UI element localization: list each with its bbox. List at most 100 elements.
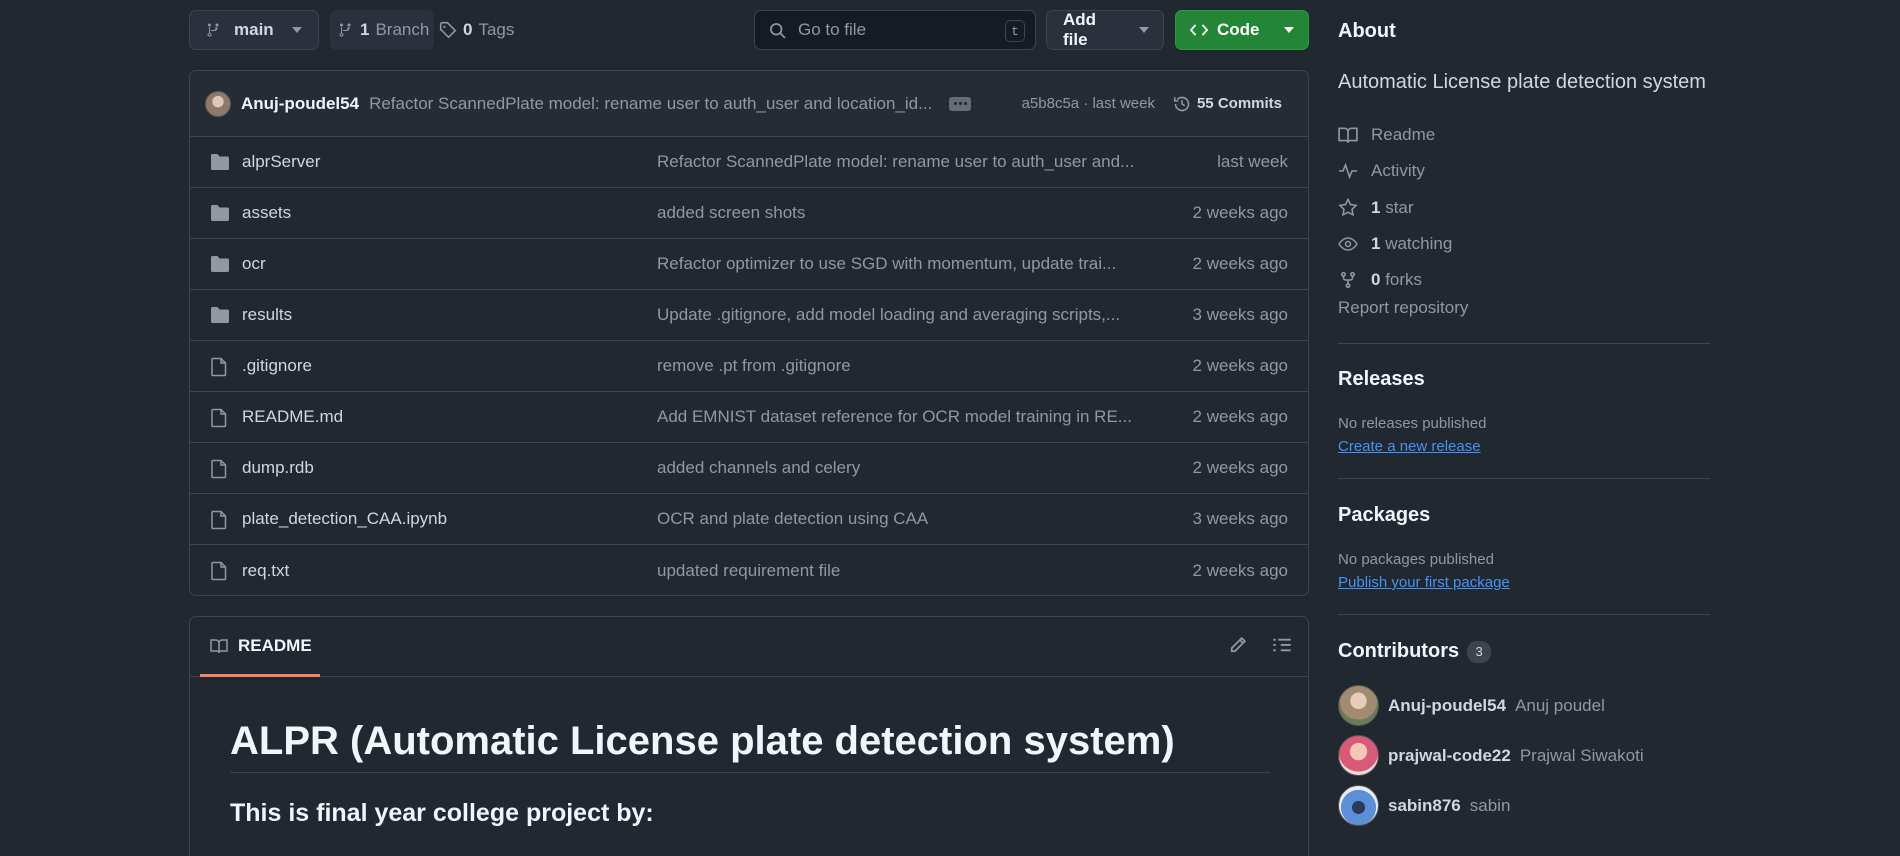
file-commit-time: 3 weeks ago	[1192, 305, 1288, 324]
file-commit-message-link[interactable]: added screen shots	[657, 203, 1137, 223]
git-branch-icon	[206, 22, 222, 38]
file-commit-time: 2 weeks ago	[1192, 458, 1288, 477]
contributor-login[interactable]: sabin876	[1388, 796, 1461, 816]
repo-description: Automatic License plate detection system	[1338, 71, 1706, 93]
tab-readme[interactable]: README	[200, 617, 320, 677]
watchers-link[interactable]: 1 watching	[1338, 226, 1452, 262]
tags-link[interactable]: 0 Tags	[439, 10, 514, 50]
repo-toolbar: main 1 Branch 0 Tags t Add file	[189, 10, 1309, 50]
file-row[interactable]: ocr Refactor optimizer to use SGD with mo…	[190, 239, 1308, 290]
file-commit-message-link[interactable]: added channels and celery	[657, 458, 1137, 478]
commits-history-link[interactable]: 55 Commits	[1173, 95, 1282, 113]
file-row[interactable]: req.txt updated requirement file 2 weeks a…	[190, 545, 1308, 595]
contributor-item[interactable]: sabin876 sabin	[1338, 785, 1510, 826]
file-row[interactable]: .gitignore remove .pt from .gitignore 2 we…	[190, 341, 1308, 392]
readme-tools	[1228, 635, 1292, 655]
about-links: Readme Activity 1 star 1 watching 0 fork…	[1338, 117, 1452, 298]
forks-link[interactable]: 0 forks	[1338, 262, 1452, 298]
file-commit-message-link[interactable]: remove .pt from .gitignore	[657, 356, 1137, 376]
file-commit-time: 2 weeks ago	[1192, 560, 1288, 580]
readme-link[interactable]: Readme	[1338, 117, 1452, 153]
outline-list-icon[interactable]	[1272, 635, 1292, 655]
git-branch-icon	[338, 22, 354, 38]
tag-icon	[439, 21, 457, 39]
go-to-file-field[interactable]: t	[754, 10, 1036, 50]
file-row[interactable]: alprServer Refactor ScannedPlate model: r…	[190, 137, 1308, 188]
add-file-button[interactable]: Add file	[1046, 10, 1164, 50]
file-name-link[interactable]: dump.rdb	[242, 458, 314, 478]
file-icon	[210, 408, 228, 428]
star-icon	[1338, 198, 1358, 217]
stars-label: star	[1385, 197, 1414, 217]
tags-label: Tags	[478, 20, 515, 39]
book-icon	[210, 638, 228, 654]
divider	[1338, 478, 1710, 479]
contributor-item[interactable]: prajwal-code22 Prajwal Siwakoti	[1338, 735, 1644, 776]
pencil-icon[interactable]	[1228, 635, 1248, 655]
branch-name: main	[234, 20, 274, 39]
file-icon	[210, 357, 228, 377]
file-commit-message-link[interactable]: OCR and plate detection using CAA	[657, 509, 1137, 529]
search-icon	[769, 22, 786, 39]
code-label: Code	[1217, 20, 1260, 39]
file-commit-message-link[interactable]: Refactor ScannedPlate model: rename user…	[657, 152, 1137, 172]
file-name-link[interactable]: assets	[242, 203, 291, 223]
commit-message-link[interactable]: Refactor ScannedPlate model: rename user…	[369, 94, 935, 114]
readme-header: README	[190, 617, 1308, 677]
forks-count: 0	[1371, 270, 1381, 290]
file-row[interactable]: plate_detection_CAA.ipynb OCR and plate d…	[190, 494, 1308, 545]
branches-link[interactable]: 1 Branch	[330, 10, 434, 50]
avatar[interactable]	[1338, 685, 1379, 726]
about-title: About	[1338, 20, 1396, 42]
activity-link[interactable]: Activity	[1338, 153, 1452, 189]
file-icon	[210, 459, 228, 479]
file-icon	[210, 510, 228, 530]
contributor-name: Anuj poudel	[1515, 695, 1605, 715]
code-button[interactable]: Code	[1175, 10, 1309, 50]
stars-count: 1	[1371, 197, 1381, 217]
report-repository-link[interactable]: Report repository	[1338, 298, 1468, 318]
file-commit-message-link[interactable]: Update .gitignore, add model loading and…	[657, 305, 1137, 325]
history-icon	[1173, 95, 1191, 113]
file-row[interactable]: dump.rdb added channels and celery 2 weeks…	[190, 443, 1308, 494]
tags-count: 0	[463, 20, 473, 39]
file-row[interactable]: results Update .gitignore, add model load…	[190, 290, 1308, 341]
branch-selector-button[interactable]: main	[189, 10, 319, 50]
contributor-item[interactable]: Anuj-poudel54 Anuj poudel	[1338, 685, 1605, 726]
packages-title[interactable]: Packages	[1338, 504, 1430, 527]
file-name-link[interactable]: results	[242, 305, 292, 325]
contributors-count-badge: 3	[1467, 640, 1492, 663]
contributor-login[interactable]: prajwal-code22	[1388, 746, 1511, 766]
releases-title[interactable]: Releases	[1338, 368, 1425, 391]
commit-author-link[interactable]: Anuj-poudel54	[241, 94, 359, 114]
avatar[interactable]	[205, 90, 231, 117]
branches-label: Branch	[375, 20, 430, 39]
file-row[interactable]: README.md Add EMNIST dataset reference fo…	[190, 392, 1308, 443]
stars-link[interactable]: 1 star	[1338, 190, 1452, 226]
file-commit-message-link[interactable]: Refactor optimizer to use SGD with momen…	[657, 254, 1137, 274]
divider	[1338, 343, 1710, 344]
avatar[interactable]	[1338, 735, 1379, 776]
file-name-link[interactable]: alprServer	[242, 152, 320, 172]
pulse-icon	[1338, 162, 1358, 180]
publish-package-link[interactable]: Publish your first package	[1338, 574, 1510, 591]
file-row[interactable]: assets added screen shots 2 weeks ago	[190, 188, 1308, 239]
file-commit-message-link[interactable]: Add EMNIST dataset reference for OCR mod…	[657, 407, 1137, 427]
contributors-title[interactable]: Contributors 3	[1338, 640, 1492, 663]
go-to-file-input[interactable]	[798, 20, 998, 40]
avatar[interactable]	[1338, 785, 1379, 826]
file-name-link[interactable]: README.md	[242, 407, 343, 427]
file-name-link[interactable]: req.txt	[242, 561, 289, 581]
file-name-link[interactable]: .gitignore	[242, 356, 312, 376]
contributor-login[interactable]: Anuj-poudel54	[1388, 696, 1506, 716]
create-release-link[interactable]: Create a new release	[1338, 438, 1481, 455]
contributors-label: Contributors	[1338, 640, 1460, 662]
forks-label: forks	[1385, 270, 1423, 290]
file-name-link[interactable]: plate_detection_CAA.ipynb	[242, 509, 447, 529]
file-name-link[interactable]: ocr	[242, 254, 266, 274]
file-commit-message-link[interactable]: updated requirement file	[657, 561, 1137, 581]
folder-icon	[210, 153, 230, 171]
commit-sha-time[interactable]: a5b8c5a · last week	[1022, 95, 1155, 112]
code-icon	[1190, 23, 1208, 37]
expand-commit-button[interactable]	[949, 96, 972, 111]
